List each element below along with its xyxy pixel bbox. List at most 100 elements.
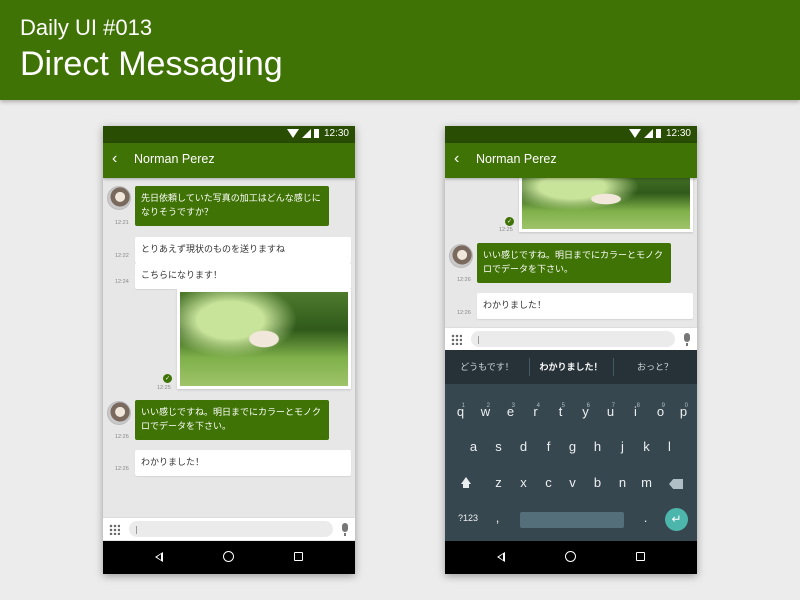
nav-recents-icon[interactable]: [294, 552, 303, 561]
key-b[interactable]: b: [585, 471, 610, 495]
status-bar: 12:30: [445, 126, 697, 143]
key-o[interactable]: o9: [648, 400, 673, 424]
suggestion-item[interactable]: おっと？: [613, 360, 697, 373]
avatar[interactable]: [449, 244, 473, 268]
page-subtitle: Daily UI #013: [20, 15, 153, 40]
avatar[interactable]: [107, 401, 131, 425]
keyboard-row: z x c v b n m: [445, 471, 697, 495]
symbols-key[interactable]: ?123: [451, 506, 485, 530]
contact-name: Norman Perez: [476, 152, 557, 166]
compose-bar: [103, 517, 355, 540]
shift-icon[interactable]: [461, 477, 471, 488]
battery-icon: [314, 129, 319, 138]
key-i[interactable]: i8: [623, 400, 648, 424]
photo-image: [180, 292, 348, 386]
microphone-icon[interactable]: [684, 333, 690, 346]
status-time: 12:30: [665, 128, 691, 139]
key-a[interactable]: a: [461, 435, 486, 459]
navigation-bar: [445, 541, 697, 574]
key-z[interactable]: z: [486, 471, 511, 495]
message-time: 12:24: [115, 279, 129, 285]
key-hint: 0: [684, 403, 688, 409]
key-e[interactable]: e3: [498, 400, 523, 424]
compose-bar: [445, 327, 697, 350]
period-key[interactable]: .: [633, 506, 658, 530]
key-g[interactable]: g: [560, 435, 585, 459]
photo-image: [522, 169, 690, 229]
key-r[interactable]: r4: [523, 400, 548, 424]
incoming-message: いい感じですね。明日までにカラーとモノクロでデータを下さい。: [477, 243, 671, 283]
status-time: 12:30: [323, 128, 349, 139]
key-h[interactable]: h: [585, 435, 610, 459]
battery-icon: [656, 129, 661, 138]
enter-icon[interactable]: ↵: [665, 508, 688, 531]
key-j[interactable]: j: [610, 435, 635, 459]
key-l[interactable]: l: [657, 435, 682, 459]
outgoing-message: とりあえず現状のものを送りますね: [135, 237, 351, 263]
key-t[interactable]: t5: [548, 400, 573, 424]
soft-keyboard: q1 w2 e3 r4 t5 y6 u7 i8 o9 p0 a s d f g …: [445, 384, 697, 541]
key-k[interactable]: k: [634, 435, 659, 459]
phone-chat-view: 12:30 ‹ Norman Perez 12:21 先日依頼していた写真の加工…: [103, 126, 355, 574]
contact-name: Norman Perez: [134, 152, 215, 166]
message-time: 12:21: [115, 220, 129, 226]
microphone-icon[interactable]: [342, 523, 348, 536]
key-f[interactable]: f: [536, 435, 561, 459]
key-n[interactable]: n: [610, 471, 635, 495]
key-v[interactable]: v: [560, 471, 585, 495]
message-time: 12:25: [499, 227, 513, 233]
key-hint: 4: [536, 403, 540, 409]
spacebar[interactable]: [520, 512, 624, 528]
key-d[interactable]: d: [511, 435, 536, 459]
nav-back-icon[interactable]: [497, 552, 505, 562]
suggestion-item[interactable]: どうもです！: [445, 360, 529, 373]
key-hint: 5: [561, 403, 565, 409]
message-time: 12:26: [115, 466, 129, 472]
back-arrow-icon[interactable]: ‹: [454, 150, 459, 168]
key-q[interactable]: q1: [448, 400, 473, 424]
key-x[interactable]: x: [511, 471, 536, 495]
suggestion-strip: どうもです！ わかりました！ おっと？: [445, 350, 697, 384]
suggestion-item[interactable]: わかりました！: [529, 360, 613, 373]
nav-home-icon[interactable]: [565, 551, 576, 562]
outgoing-message: こちらになります！: [135, 263, 351, 289]
nav-back-icon[interactable]: [155, 552, 163, 562]
navigation-bar: [103, 541, 355, 574]
page-header: Daily UI #013 Direct Messaging: [0, 0, 800, 100]
key-p[interactable]: p0: [671, 400, 696, 424]
key-m[interactable]: m: [634, 471, 659, 495]
apps-grid-icon[interactable]: [109, 524, 120, 535]
key-hint: 2: [486, 403, 490, 409]
app-bar: ‹ Norman Perez: [445, 143, 697, 178]
outgoing-message: わかりました！: [135, 450, 351, 476]
keyboard-row: q1 w2 e3 r4 t5 y6 u7 i8 o9 p0: [445, 400, 697, 424]
message-input[interactable]: [471, 331, 675, 347]
page-title: Direct Messaging: [20, 45, 283, 83]
key-y[interactable]: y6: [573, 400, 598, 424]
signal-icon: [302, 129, 311, 138]
keyboard-row: a s d f g h j k l: [445, 435, 697, 459]
key-hint: 9: [661, 403, 665, 409]
nav-recents-icon[interactable]: [636, 552, 645, 561]
incoming-message: いい感じですね。明日までにカラーとモノクロでデータを下さい。: [135, 400, 329, 440]
key-c[interactable]: c: [536, 471, 561, 495]
phone-keyboard-view: 12:30 ‹ Norman Perez ✓ 12:25 12:26 いい感じで…: [445, 126, 697, 574]
wifi-icon: [287, 129, 299, 138]
message-time: 12:22: [115, 253, 129, 259]
back-arrow-icon[interactable]: ‹: [112, 150, 117, 168]
key-w[interactable]: w2: [473, 400, 498, 424]
comma-key[interactable]: ,: [485, 506, 510, 530]
message-input[interactable]: [129, 521, 333, 537]
photo-message[interactable]: [177, 289, 351, 389]
key-s[interactable]: s: [486, 435, 511, 459]
keyboard-row: ?123 , . ↵: [445, 506, 697, 531]
nav-home-icon[interactable]: [223, 551, 234, 562]
key-hint: 7: [611, 403, 615, 409]
backspace-icon[interactable]: [669, 479, 683, 489]
avatar[interactable]: [107, 186, 131, 210]
apps-grid-icon[interactable]: [451, 334, 462, 345]
message-time: 12:26: [115, 434, 129, 440]
message-time: 12:26: [457, 310, 471, 316]
key-u[interactable]: u7: [598, 400, 623, 424]
outgoing-message: わかりました！: [477, 293, 693, 319]
